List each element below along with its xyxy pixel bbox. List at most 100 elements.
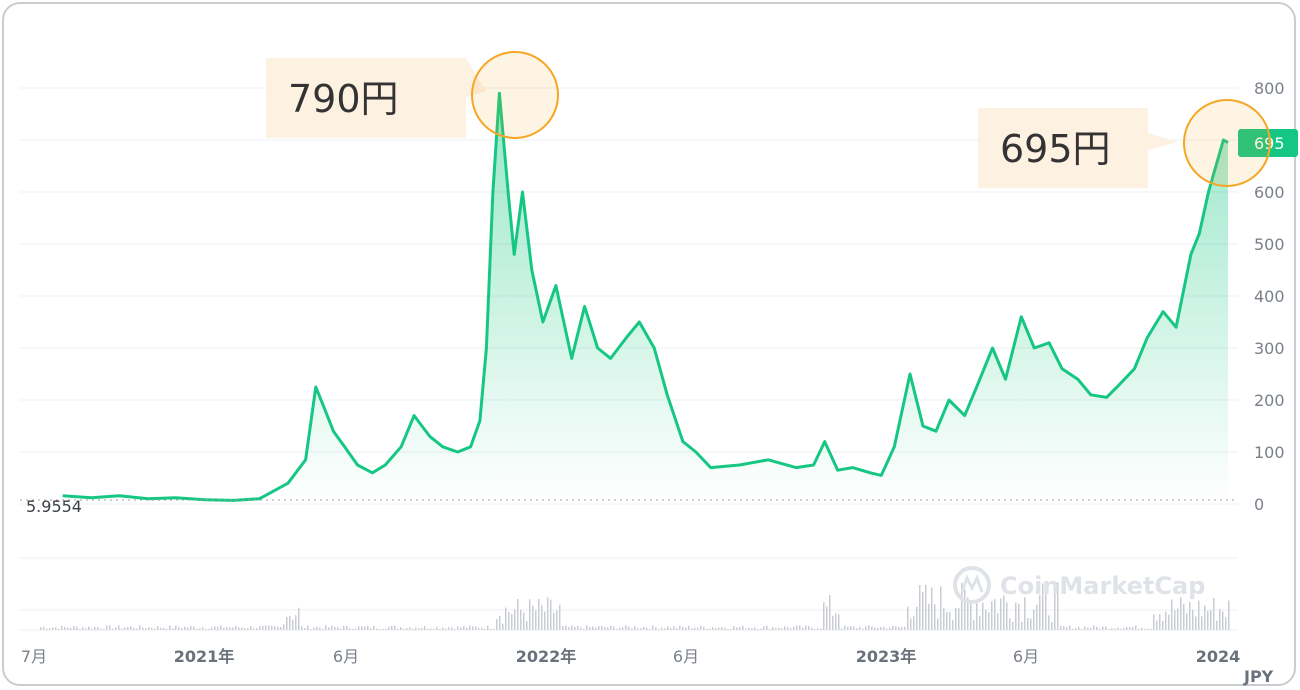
volume-bar xyxy=(367,625,369,630)
volume-bar xyxy=(337,627,339,630)
volume-bar xyxy=(334,626,336,630)
volume-bar xyxy=(118,625,120,630)
x-axis: 7月 2021年 6月 2022年 6月 2023年 6月 2024 xyxy=(21,647,1240,666)
x-tick-label: 2024 xyxy=(1196,647,1241,666)
volume-bar xyxy=(106,625,108,630)
volume-bar xyxy=(67,627,69,630)
volume-bar xyxy=(1135,625,1137,630)
volume-bar xyxy=(1186,613,1188,630)
volume-bar xyxy=(841,628,843,630)
volume-bar xyxy=(673,626,675,630)
volume-bar xyxy=(460,627,462,630)
volume-bar xyxy=(724,627,726,630)
volume-bar xyxy=(364,626,366,630)
volume-bar xyxy=(190,626,192,630)
volume-bar xyxy=(916,606,918,630)
volume-bar xyxy=(658,629,660,630)
volume-bar xyxy=(586,625,588,630)
volume-bar xyxy=(1180,597,1182,630)
volume-bar xyxy=(721,627,723,630)
volume-bar xyxy=(1021,621,1023,630)
volume-bar xyxy=(151,627,153,630)
volume-bar xyxy=(655,627,657,630)
x-tick-label: 2022年 xyxy=(516,647,577,666)
volume-bar xyxy=(982,602,984,630)
volume-bar xyxy=(115,627,117,630)
volume-bar xyxy=(61,625,63,630)
volume-bar xyxy=(520,609,522,630)
volume-bar xyxy=(595,627,597,630)
volume-bar xyxy=(178,627,180,630)
volume-bar xyxy=(973,619,975,630)
volume-bar xyxy=(535,610,537,630)
volume-bar xyxy=(211,627,213,630)
volume-bar xyxy=(796,625,798,630)
volume-bar xyxy=(208,629,210,630)
volume-bar xyxy=(235,625,237,630)
current-callout: 695円 xyxy=(978,99,1271,188)
volume-bar xyxy=(835,613,837,630)
volume-bar xyxy=(793,626,795,630)
y-tick-label: 200 xyxy=(1254,391,1285,410)
x-tick-label: 7月 xyxy=(21,647,47,666)
volume-bar xyxy=(1150,628,1152,630)
volume-bar xyxy=(382,628,384,630)
volume-bar xyxy=(529,599,531,630)
volume-bar xyxy=(622,627,624,630)
volume-bar xyxy=(313,627,315,630)
volume-bar xyxy=(1213,598,1215,630)
volume-bar xyxy=(136,628,138,630)
volume-bar xyxy=(85,628,87,630)
volume-bar xyxy=(820,628,822,630)
volume-bar xyxy=(484,628,486,630)
volume-bar xyxy=(1153,614,1155,630)
volume-bar xyxy=(745,628,747,630)
volume-bar xyxy=(1033,609,1035,630)
y-tick-label: 800 xyxy=(1254,79,1285,98)
volume-bar xyxy=(964,589,966,630)
volume-bar xyxy=(88,626,90,630)
volume-bar xyxy=(778,627,780,630)
volume-bar xyxy=(232,627,234,630)
peak-callout: 790円 xyxy=(266,51,559,139)
volume-bar xyxy=(121,628,123,630)
volume-bar xyxy=(670,628,672,630)
volume-bar xyxy=(415,627,417,630)
volume-bar xyxy=(157,626,159,630)
volume-bar xyxy=(811,627,813,630)
volume-bar xyxy=(877,627,879,630)
volume-bar xyxy=(640,628,642,630)
volume-bar xyxy=(748,627,750,630)
volume-bar xyxy=(439,628,441,630)
volume-bar xyxy=(844,625,846,630)
volume-bar xyxy=(82,627,84,630)
volume-bar xyxy=(805,625,807,630)
volume-bar xyxy=(1126,627,1128,630)
volume-bar xyxy=(1222,611,1224,630)
volume-bar xyxy=(817,628,819,630)
volume-bar xyxy=(946,612,948,630)
volume-bar xyxy=(553,612,555,630)
volume-bar xyxy=(802,627,804,630)
volume-bar xyxy=(262,625,264,630)
volume-bar xyxy=(997,613,999,630)
volume-bar xyxy=(544,611,546,630)
volume-bar xyxy=(463,626,465,630)
volume-bar xyxy=(889,627,891,630)
volume-bar xyxy=(193,626,195,630)
volume-bar xyxy=(388,627,390,630)
y-tick-label: 0 xyxy=(1254,495,1264,514)
volume-bar xyxy=(763,626,765,630)
volume-bar xyxy=(52,627,54,630)
volume-bar xyxy=(775,628,777,630)
volume-bar xyxy=(100,628,102,630)
volume-bar xyxy=(853,626,855,630)
volume-bar xyxy=(769,629,771,630)
volume-bar xyxy=(907,606,909,630)
volume-bar xyxy=(823,602,825,630)
volume-bar xyxy=(913,616,915,630)
volume-bar xyxy=(229,627,231,630)
volume-bar xyxy=(1159,614,1161,630)
volume-bar xyxy=(883,626,885,630)
volume-bar xyxy=(1117,627,1119,630)
